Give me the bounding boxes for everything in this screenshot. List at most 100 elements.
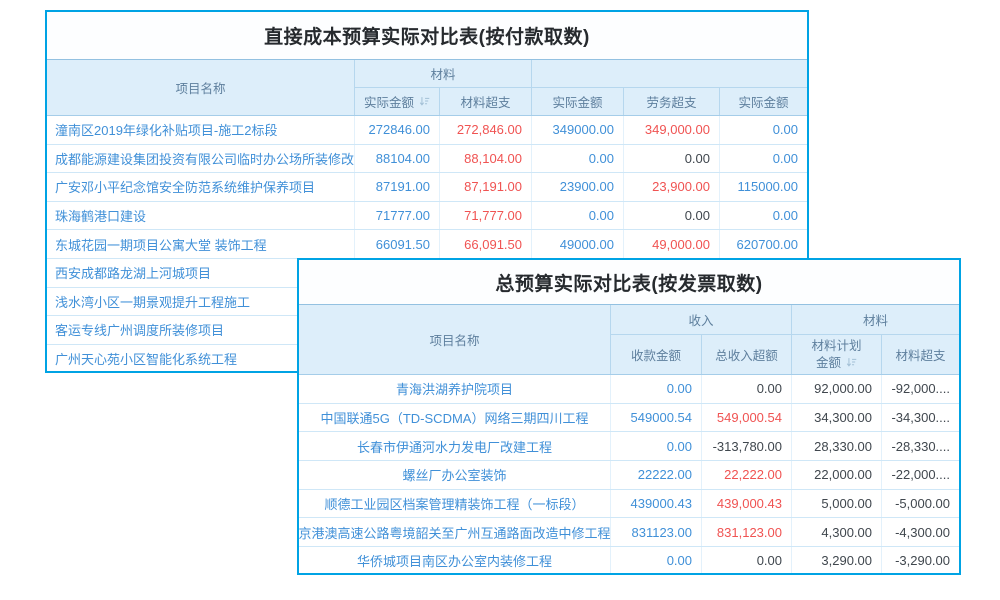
column-group-material: 材料 bbox=[792, 305, 959, 335]
column-header-material-plan-amount[interactable]: 材料计划 金额 bbox=[792, 335, 882, 374]
cell-income-excess: -313,780.00 bbox=[702, 432, 792, 460]
cell-income-excess: 22,222.00 bbox=[702, 461, 792, 489]
cell-material-overrun: 87,191.00 bbox=[440, 173, 532, 201]
total-budget-comparison-table: 总预算实际对比表(按发票取数) 项目名称 收入 材料 收款金额 总收入超额 材料… bbox=[297, 258, 961, 575]
table2-body: 青海洪湖养护院项目 0.00 0.00 92,000.00 -92,000...… bbox=[299, 375, 959, 575]
column-header-received-amount: 收款金额 bbox=[611, 335, 702, 374]
column-header-project-name: 项目名称 bbox=[47, 60, 355, 115]
cell-material-overrun: 71,777.00 bbox=[440, 202, 532, 230]
cell-received-amount: 0.00 bbox=[611, 375, 702, 403]
cell-labor-overrun: 0.00 bbox=[624, 202, 720, 230]
cell-material-overrun: -92,000.... bbox=[882, 375, 959, 403]
column-group-material: 材料 bbox=[355, 60, 532, 88]
cell-actual-labor: 23900.00 bbox=[532, 173, 624, 201]
column-header-material-overrun: 材料超支 bbox=[440, 88, 532, 115]
cell-actual-labor: 349000.00 bbox=[532, 116, 624, 144]
project-name-link[interactable]: 华侨城项目南区办公室内装修工程 bbox=[299, 547, 611, 575]
project-name-link[interactable]: 广安邓小平纪念馆安全防范系统维护保养项目 bbox=[47, 173, 355, 201]
project-name-link[interactable]: 成都能源建设集团投资有限公司临时办公场所装修改 bbox=[47, 145, 355, 173]
column-header-material-overrun: 材料超支 bbox=[882, 335, 959, 374]
cell-received-amount: 439000.43 bbox=[611, 490, 702, 518]
cell-material-overrun: -4,300.00 bbox=[882, 518, 959, 546]
table-row: 成都能源建设集团投资有限公司临时办公场所装修改 88104.00 88,104.… bbox=[47, 145, 807, 174]
sort-descending-icon[interactable] bbox=[419, 96, 430, 107]
cell-actual-material: 272846.00 bbox=[355, 116, 440, 144]
cell-actual-material: 71777.00 bbox=[355, 202, 440, 230]
cell-material-plan: 4,300.00 bbox=[792, 518, 882, 546]
table2-header: 项目名称 收入 材料 收款金额 总收入超额 材料计划 金额 材料超支 bbox=[299, 305, 959, 375]
sort-descending-icon[interactable] bbox=[846, 357, 857, 368]
cell-material-overrun: -22,000.... bbox=[882, 461, 959, 489]
project-name-link[interactable]: 东城花园一期项目公寓大堂 装饰工程 bbox=[47, 230, 355, 258]
column-header-actual-amount-3: 实际金额 bbox=[720, 88, 807, 115]
cell-material-overrun: 88,104.00 bbox=[440, 145, 532, 173]
column-header-label: 实际金额 bbox=[364, 92, 414, 111]
cell-material-overrun: -28,330.... bbox=[882, 432, 959, 460]
column-header-labor-overrun: 劳务超支 bbox=[624, 88, 720, 115]
cell-received-amount: 0.00 bbox=[611, 432, 702, 460]
cell-material-plan: 34,300.00 bbox=[792, 404, 882, 432]
column-header-total-income-excess: 总收入超额 bbox=[702, 335, 792, 374]
table-row: 潼南区2019年绿化补贴项目-施工2标段 272846.00 272,846.0… bbox=[47, 116, 807, 145]
cell-actual-labor: 0.00 bbox=[532, 145, 624, 173]
project-name-link[interactable]: 潼南区2019年绿化补贴项目-施工2标段 bbox=[47, 116, 355, 144]
cell-material-overrun: -34,300.... bbox=[882, 404, 959, 432]
cell-actual-labor: 49000.00 bbox=[532, 230, 624, 258]
cell-received-amount: 0.00 bbox=[611, 547, 702, 575]
cell-actual-material: 88104.00 bbox=[355, 145, 440, 173]
cell-actual-3: 0.00 bbox=[720, 116, 807, 144]
cell-income-excess: 0.00 bbox=[702, 375, 792, 403]
table-row: 京港澳高速公路粤境韶关至广州互通路面改造中修工程 831123.00 831,1… bbox=[299, 518, 959, 547]
cell-actual-labor: 0.00 bbox=[532, 202, 624, 230]
table-row: 广安邓小平纪念馆安全防范系统维护保养项目 87191.00 87,191.00 … bbox=[47, 173, 807, 202]
table-row: 螺丝厂办公室装饰 22222.00 22,222.00 22,000.00 -2… bbox=[299, 461, 959, 490]
cell-actual-3: 0.00 bbox=[720, 145, 807, 173]
project-name-link[interactable]: 螺丝厂办公室装饰 bbox=[299, 461, 611, 489]
project-name-link[interactable]: 中国联通5G（TD-SCDMA）网络三期四川工程 bbox=[299, 404, 611, 432]
cell-income-excess: 549,000.54 bbox=[702, 404, 792, 432]
table2-title: 总预算实际对比表(按发票取数) bbox=[299, 260, 959, 305]
cell-labor-overrun: 0.00 bbox=[624, 145, 720, 173]
cell-material-plan: 28,330.00 bbox=[792, 432, 882, 460]
project-name-link[interactable]: 长春市伊通河水力发电厂改建工程 bbox=[299, 432, 611, 460]
cell-labor-overrun: 49,000.00 bbox=[624, 230, 720, 258]
project-name-link[interactable]: 顺德工业园区档案管理精装饰工程（一标段） bbox=[299, 490, 611, 518]
table1-header: 项目名称 材料 实际金额 材料超支 实际金额 劳务超支 实际金额 bbox=[47, 60, 807, 116]
cell-actual-material: 87191.00 bbox=[355, 173, 440, 201]
cell-actual-3: 0.00 bbox=[720, 202, 807, 230]
column-header-project-name: 项目名称 bbox=[299, 305, 611, 374]
column-header-actual-amount-material[interactable]: 实际金额 bbox=[355, 88, 440, 115]
column-header-label: 金额 bbox=[816, 355, 841, 372]
cell-income-excess: 0.00 bbox=[702, 547, 792, 575]
cell-material-overrun: 272,846.00 bbox=[440, 116, 532, 144]
column-header-label-line2: 金额 bbox=[816, 355, 857, 372]
cell-material-plan: 3,290.00 bbox=[792, 547, 882, 575]
table-row: 长春市伊通河水力发电厂改建工程 0.00 -313,780.00 28,330.… bbox=[299, 432, 959, 461]
table-row: 青海洪湖养护院项目 0.00 0.00 92,000.00 -92,000...… bbox=[299, 375, 959, 404]
cell-material-plan: 5,000.00 bbox=[792, 490, 882, 518]
cell-actual-3: 620700.00 bbox=[720, 230, 807, 258]
cell-material-plan: 92,000.00 bbox=[792, 375, 882, 403]
table-row: 珠海鹤港口建设 71777.00 71,777.00 0.00 0.00 0.0… bbox=[47, 202, 807, 231]
column-header-label: 材料计划 bbox=[811, 338, 861, 355]
table1-title: 直接成本预算实际对比表(按付款取数) bbox=[47, 12, 807, 60]
column-header-actual-amount-labor: 实际金额 bbox=[532, 88, 624, 115]
column-group-income: 收入 bbox=[611, 305, 792, 335]
cell-received-amount: 549000.54 bbox=[611, 404, 702, 432]
cell-received-amount: 22222.00 bbox=[611, 461, 702, 489]
table-row: 顺德工业园区档案管理精装饰工程（一标段） 439000.43 439,000.4… bbox=[299, 490, 959, 519]
cell-material-plan: 22,000.00 bbox=[792, 461, 882, 489]
column-group-blank bbox=[532, 60, 807, 88]
cell-income-excess: 831,123.00 bbox=[702, 518, 792, 546]
cell-received-amount: 831123.00 bbox=[611, 518, 702, 546]
cell-actual-material: 66091.50 bbox=[355, 230, 440, 258]
project-name-link[interactable]: 珠海鹤港口建设 bbox=[47, 202, 355, 230]
cell-actual-3: 115000.00 bbox=[720, 173, 807, 201]
project-name-link[interactable]: 京港澳高速公路粤境韶关至广州互通路面改造中修工程 bbox=[299, 518, 611, 546]
table-row: 东城花园一期项目公寓大堂 装饰工程 66091.50 66,091.50 490… bbox=[47, 230, 807, 259]
cell-material-overrun: 66,091.50 bbox=[440, 230, 532, 258]
project-name-link[interactable]: 青海洪湖养护院项目 bbox=[299, 375, 611, 403]
table-row: 中国联通5G（TD-SCDMA）网络三期四川工程 549000.54 549,0… bbox=[299, 404, 959, 433]
cell-income-excess: 439,000.43 bbox=[702, 490, 792, 518]
cell-labor-overrun: 349,000.00 bbox=[624, 116, 720, 144]
